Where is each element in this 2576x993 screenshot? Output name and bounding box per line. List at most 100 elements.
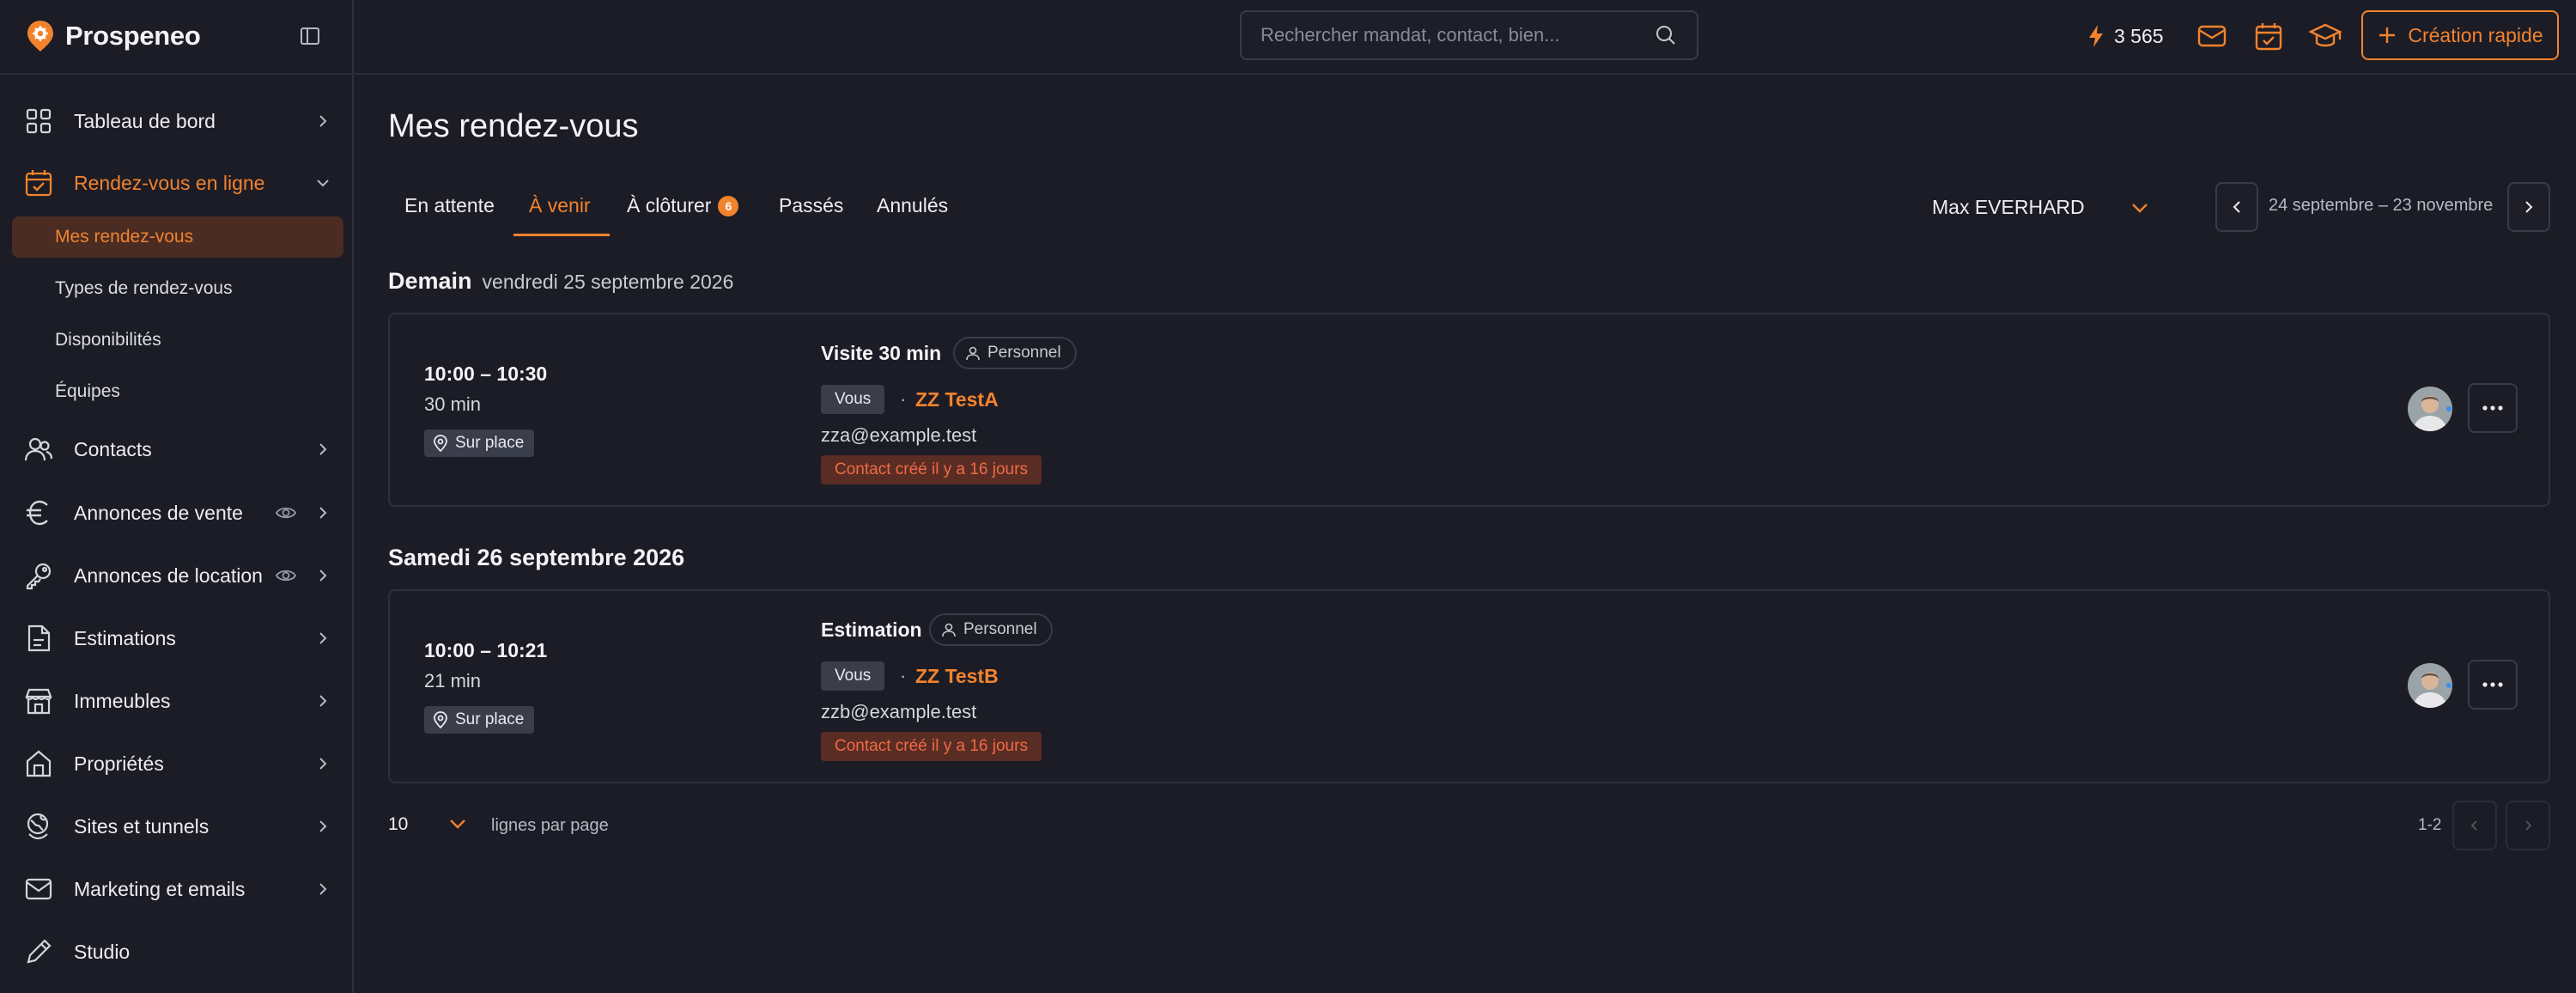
sidebar-item-studio[interactable]: Studio (24, 930, 333, 973)
sidebar-subitem-types[interactable]: Types de rendez-vous (12, 268, 343, 309)
location-badge: Sur place (424, 706, 535, 734)
avatar[interactable] (2408, 387, 2452, 431)
previous-period-button[interactable] (2215, 182, 2258, 232)
day-heading-label: Demain (388, 268, 472, 294)
chevron-right-icon (319, 758, 327, 770)
day-heading-date: vendredi 25 septembre 2026 (482, 271, 734, 293)
sidebar-item-label: Immeubles (74, 689, 171, 712)
appointment-card[interactable]: 10:00 – 10:21 21 min Sur place Estimatio… (388, 589, 2550, 783)
count-badge: 6 (718, 196, 739, 216)
page-title: Mes rendez-vous (388, 108, 639, 144)
day-heading: Demain vendredi 25 septembre 2026 (388, 268, 733, 295)
sidebar-item-label: Marketing et emails (74, 877, 246, 900)
sidebar-collapse-icon[interactable] (299, 25, 321, 47)
avatar[interactable] (2408, 663, 2452, 708)
euro-icon (24, 498, 53, 527)
sidebar-item-annonces-location[interactable]: Annonces de location (24, 554, 333, 597)
next-page-button[interactable] (2506, 801, 2550, 850)
tab-a-cloturer[interactable]: À clôturer 6 (627, 194, 739, 217)
credits-counter[interactable]: 3 565 (2087, 21, 2164, 52)
sidebar-item-sites[interactable]: Sites et tunnels (24, 805, 333, 848)
prospeneo-logo-icon (27, 21, 53, 52)
rows-per-page-label: lignes par page (491, 816, 609, 835)
avatar-photo (2408, 663, 2452, 708)
sidebar-subitem-disponibilites[interactable]: Disponibilités (12, 320, 343, 361)
sidebar-subitem-mes-rendez-vous[interactable]: Mes rendez-vous (12, 216, 343, 258)
ellipsis-icon (2482, 405, 2503, 411)
day-heading: Samedi 26 septembre 2026 (388, 545, 684, 571)
user-filter-select[interactable]: Max EVERHARD (1932, 194, 2148, 220)
contact-created-badge: Contact créé il y a 16 jours (821, 455, 1042, 484)
pencil-icon (24, 937, 53, 966)
academy-button[interactable] (2308, 19, 2342, 53)
mail-icon (24, 874, 53, 904)
user-icon (942, 623, 956, 637)
brand-name: Prospeneo (65, 21, 201, 51)
sidebar: Prospeneo Tableau de bord Rendez-vous en… (0, 0, 354, 993)
rows-per-page-value[interactable]: 10 (388, 814, 408, 835)
map-pin-icon (434, 435, 447, 452)
appointment-type: Estimation (821, 618, 922, 641)
tab-a-venir[interactable]: À venir (529, 194, 591, 217)
calendar-button[interactable] (2251, 19, 2286, 53)
storefront-icon (24, 686, 53, 716)
sidebar-item-marketing[interactable]: Marketing et emails (24, 868, 333, 911)
next-period-button[interactable] (2507, 182, 2550, 232)
sidebar-item-proprietes[interactable]: Propriétés (24, 742, 333, 785)
contact-link[interactable]: ZZ TestA (915, 388, 999, 411)
tab-en-attente[interactable]: En attente (404, 194, 495, 217)
plus-icon (2379, 27, 2396, 43)
chevron-right-icon (319, 570, 327, 582)
more-options-button[interactable] (2468, 660, 2518, 710)
brand[interactable]: Prospeneo (26, 19, 201, 53)
key-icon (24, 561, 53, 590)
chevron-right-icon (319, 820, 327, 832)
sidebar-subitem-equipes[interactable]: Équipes (12, 371, 343, 412)
sidebar-item-tableau-de-bord[interactable]: Tableau de bord (24, 100, 333, 143)
sidebar-item-label: Sites et tunnels (74, 814, 210, 838)
sidebar-item-rendez-vous[interactable]: Rendez-vous en ligne (24, 161, 333, 204)
eye-icon[interactable] (275, 502, 297, 524)
page-range: 1-2 (2418, 816, 2442, 834)
search-box[interactable] (1240, 10, 1698, 60)
map-pin-icon (434, 711, 447, 728)
contact-link[interactable]: ZZ TestB (915, 665, 999, 688)
active-tab-indicator (513, 234, 610, 236)
chevron-right-icon (319, 883, 327, 895)
search-input[interactable] (1261, 24, 1654, 46)
visibility-tag: Personnel (953, 337, 1077, 369)
globe-pin-icon (24, 812, 53, 841)
sidebar-item-label: Annonces de vente (74, 501, 243, 524)
tab-passes[interactable]: Passés (779, 194, 843, 217)
appointment-card[interactable]: 10:00 – 10:30 30 min Sur place Visite 30… (388, 313, 2550, 507)
host-badge: Vous (821, 385, 885, 414)
separator-dot: · (900, 665, 907, 686)
user-icon (966, 346, 980, 361)
quick-create-button[interactable]: Création rapide (2361, 10, 2559, 60)
mail-button[interactable] (2195, 19, 2229, 53)
sidebar-item-immeubles[interactable]: Immeubles (24, 679, 333, 722)
more-options-button[interactable] (2468, 383, 2518, 433)
sidebar-item-estimations[interactable]: Estimations (24, 617, 333, 660)
sidebar-item-contacts[interactable]: Contacts (24, 428, 333, 471)
dashboard-grid-icon (24, 107, 53, 136)
header-divider (0, 73, 2576, 75)
previous-page-button[interactable] (2452, 801, 2497, 850)
visibility-label: Personnel (987, 344, 1061, 362)
sidebar-item-annonces-vente[interactable]: Annonces de vente (24, 491, 333, 534)
search-icon[interactable] (1654, 23, 1678, 47)
location-badge: Sur place (424, 429, 535, 457)
sidebar-item-label: Annonces de location (74, 564, 263, 587)
appointment-duration: 30 min (424, 393, 482, 415)
chevron-left-icon (2233, 201, 2240, 213)
appointment-type: Visite 30 min (821, 342, 942, 364)
appointment-time: 10:00 – 10:21 (424, 639, 548, 661)
credits-value: 3 565 (2114, 24, 2164, 47)
eye-icon[interactable] (275, 564, 297, 587)
sidebar-item-label: Tableau de bord (74, 109, 216, 132)
house-icon (24, 749, 53, 778)
tab-annules[interactable]: Annulés (877, 194, 948, 217)
chevron-down-icon[interactable] (445, 811, 471, 837)
avatar-photo (2408, 387, 2452, 431)
contact-created-badge: Contact créé il y a 16 jours (821, 732, 1042, 761)
